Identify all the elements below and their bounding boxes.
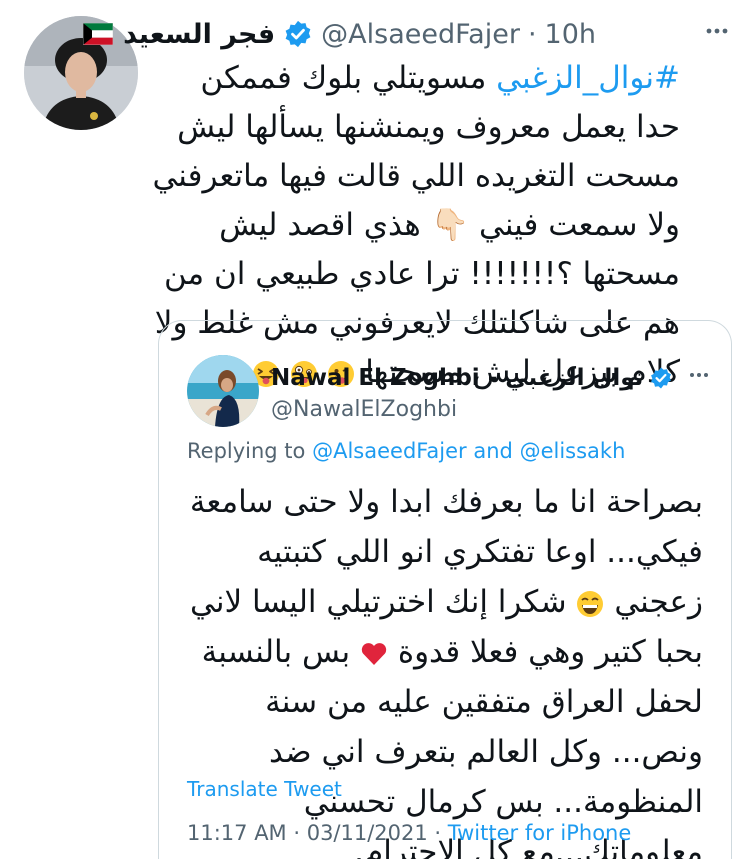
hashtag-link[interactable]: #نوال_الزغبي: [496, 60, 680, 96]
verified-badge-icon: [285, 20, 311, 48]
grinning-squint-emoji-icon: [577, 590, 604, 617]
translate-tweet-link[interactable]: Translate Tweet: [187, 777, 342, 801]
red-heart-emoji-icon: [361, 642, 387, 665]
kuwait-flag-icon: [83, 23, 114, 45]
tweet-header: فجر السعيد @AlsaeedFajer · 10h: [83, 14, 596, 54]
quoted-tweet-body: بصراحة انا ما بعرفك ابدا ولا حتى سامعة ف…: [187, 477, 703, 859]
tweet-metadata: 11:17 AM · 03/11/2021 · Twitter for iPho…: [187, 821, 631, 845]
quoted-author-handle[interactable]: @NawalElZoghbi: [271, 397, 457, 422]
replying-to-line: Replying to @AlsaeedFajer and @elissakh: [187, 439, 625, 463]
verified-badge-icon: [651, 367, 672, 389]
quoted-tweet-card[interactable]: Nawal El Zoghbi - نوال الزغبي @NawalElZo…: [158, 320, 732, 859]
header-separator: ·: [527, 18, 537, 50]
replying-and: and: [473, 439, 513, 463]
tweet-timestamp[interactable]: 11:17 AM · 03/11/2021 ·: [187, 821, 441, 845]
quoted-author-avatar[interactable]: [187, 355, 259, 427]
more-dots-icon: [706, 28, 728, 34]
tweet-time[interactable]: 10h: [545, 19, 596, 50]
author-name[interactable]: فجر السعيد: [123, 19, 275, 50]
quoted-more-options-button[interactable]: [689, 363, 709, 382]
more-dots-icon: [690, 373, 708, 377]
mention-link[interactable]: @AlsaeedFajer: [312, 439, 467, 463]
author-handle[interactable]: @AlsaeedFajer: [321, 19, 520, 50]
quoted-author-name-row: Nawal El Zoghbi - نوال الزغبي: [271, 365, 673, 391]
mention-link[interactable]: @elissakh: [520, 439, 626, 463]
replying-to-prefix: Replying to: [187, 439, 306, 463]
more-options-button[interactable]: [700, 14, 734, 48]
quoted-author-name[interactable]: Nawal El Zoghbi - نوال الزغبي: [271, 365, 643, 391]
tweet-source-link[interactable]: Twitter for iPhone: [448, 821, 632, 845]
